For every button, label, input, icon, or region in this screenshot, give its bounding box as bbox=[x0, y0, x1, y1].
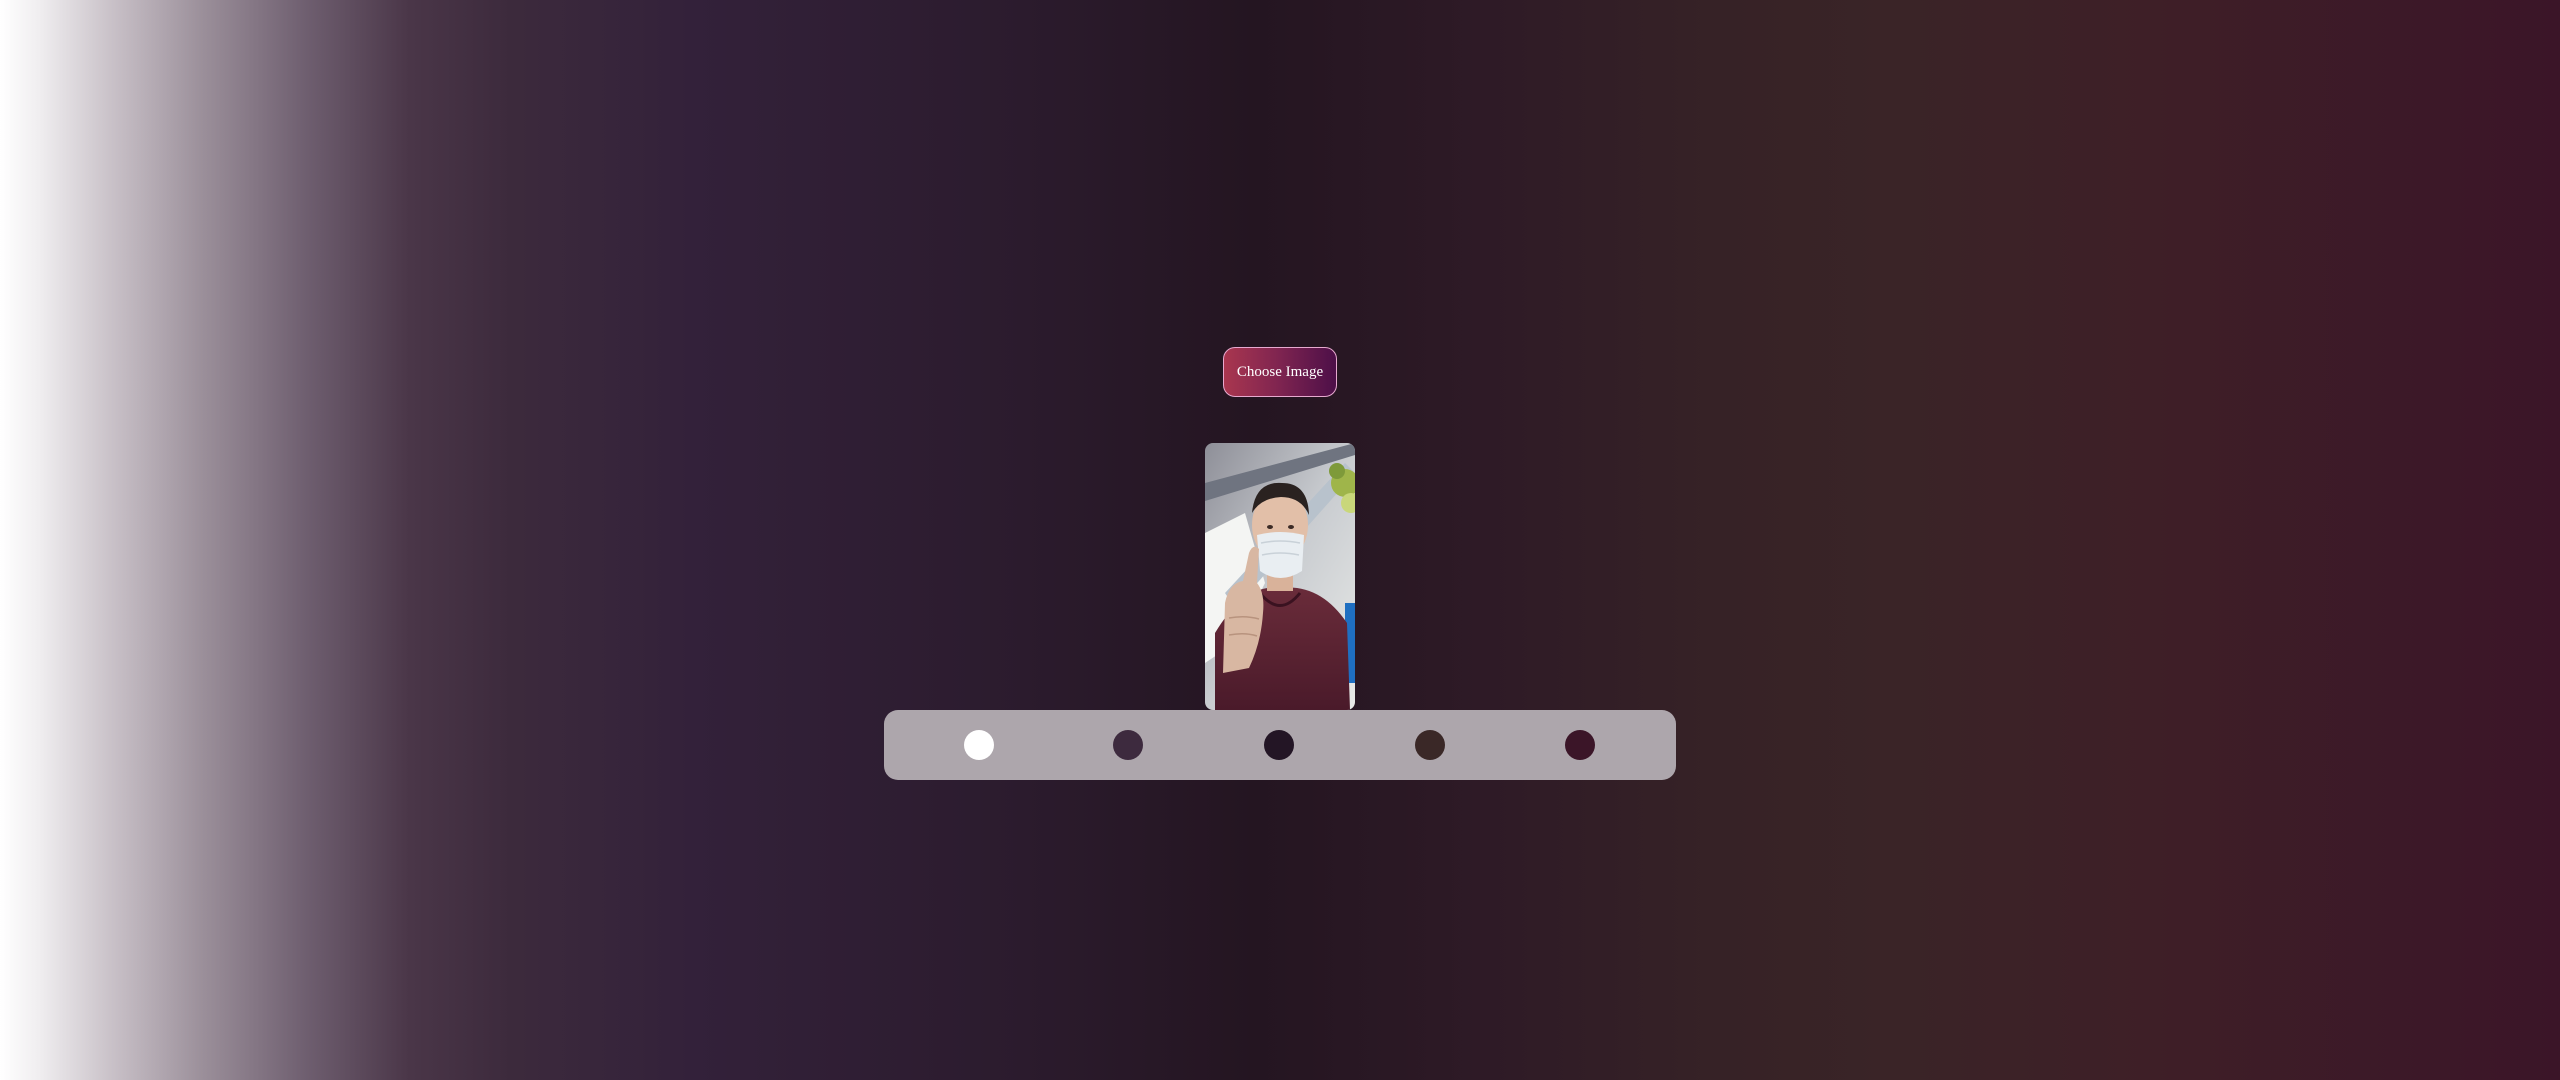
palette-swatch[interactable] bbox=[1565, 730, 1595, 760]
color-palette-bar bbox=[884, 710, 1676, 780]
palette-swatch[interactable] bbox=[964, 730, 994, 760]
choose-image-button[interactable]: Choose Image bbox=[1223, 347, 1337, 397]
palette-swatch[interactable] bbox=[1113, 730, 1143, 760]
palette-swatch[interactable] bbox=[1264, 730, 1294, 760]
palette-swatch[interactable] bbox=[1415, 730, 1445, 760]
uploaded-image-preview bbox=[1205, 443, 1355, 710]
